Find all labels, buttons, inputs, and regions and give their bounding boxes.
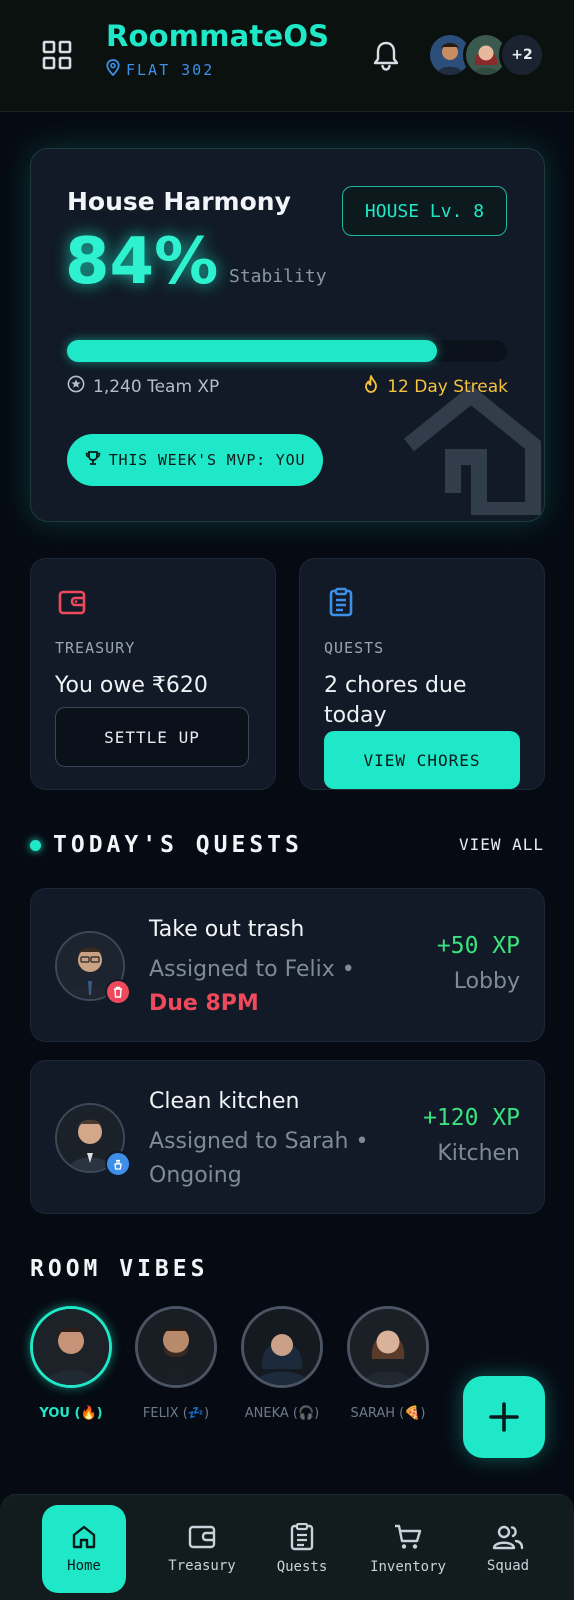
app-title: RoommateOS xyxy=(106,19,330,53)
vibe-label: SARAH (🍕) xyxy=(350,1406,426,1421)
home-icon xyxy=(72,1525,96,1549)
nav-label: Inventory xyxy=(370,1559,446,1575)
quest-card[interactable]: Clean kitchen Assigned to Sarah • Ongoin… xyxy=(30,1060,545,1214)
bell-icon[interactable] xyxy=(372,40,400,72)
nav-quests[interactable]: Quests xyxy=(260,1505,344,1593)
team-xp-text: 1,240 Team XP xyxy=(93,376,220,397)
room-vibes-heading: ROOM VIBES xyxy=(30,1256,209,1282)
plus-icon xyxy=(489,1402,519,1432)
quest-room: Lobby xyxy=(453,969,520,994)
nav-squad[interactable]: Squad xyxy=(468,1505,548,1593)
settle-up-button[interactable]: SETTLE UP xyxy=(55,707,249,767)
clipboard-icon xyxy=(290,1523,314,1551)
section-title: TODAY'S QUESTS xyxy=(53,832,303,858)
house-level-badge: HOUSE Lv. 8 xyxy=(342,186,507,236)
vibe-aneka[interactable]: ANEKA (🎧) xyxy=(240,1306,324,1421)
trophy-icon xyxy=(85,450,101,470)
avatar xyxy=(241,1306,323,1388)
nav-label: Treasury xyxy=(168,1558,236,1574)
more-roommates-badge: +2 xyxy=(499,32,545,78)
flat-label: FLAT 302 xyxy=(126,60,215,79)
wallet-icon xyxy=(57,587,87,617)
quest-assignee: Assigned to Felix • xyxy=(149,957,355,982)
avatar xyxy=(30,1306,112,1388)
stability-label: Stability xyxy=(229,266,327,287)
quest-title: Clean kitchen xyxy=(149,1089,300,1114)
add-button[interactable] xyxy=(463,1376,545,1458)
quest-xp-reward: +120 XP xyxy=(423,1105,520,1131)
quest-room: Kitchen xyxy=(437,1141,520,1166)
vibe-sarah[interactable]: SARAH (🍕) xyxy=(346,1306,430,1421)
trash-icon xyxy=(105,979,131,1005)
quest-card[interactable]: Take out trash Assigned to Felix • Due 8… xyxy=(30,888,545,1042)
star-icon xyxy=(67,375,85,398)
quest-assignee: Assigned to Sarah • xyxy=(149,1129,369,1154)
weekly-mvp-badge[interactable]: THIS WEEK'S MVP: YOU xyxy=(67,434,323,486)
wallet-icon xyxy=(188,1525,216,1549)
nav-treasury[interactable]: Treasury xyxy=(160,1505,244,1593)
avatar xyxy=(347,1306,429,1388)
vibe-you[interactable]: YOU (🔥) xyxy=(29,1306,113,1421)
view-all-link[interactable]: VIEW ALL xyxy=(459,835,544,854)
nav-label: Squad xyxy=(486,1558,530,1574)
nav-home[interactable]: Home xyxy=(42,1505,126,1593)
streak-text: 12 Day Streak xyxy=(387,376,508,397)
quest-title: Take out trash xyxy=(149,917,305,942)
team-xp: 1,240 Team XP xyxy=(67,375,219,398)
view-chores-button[interactable]: VIEW CHORES xyxy=(324,731,520,789)
grid-menu-icon[interactable] xyxy=(42,40,72,70)
quests-label: QUESTS xyxy=(324,639,385,657)
vibe-felix[interactable]: FELIX (💤) xyxy=(134,1306,218,1421)
harmony-progress-fill xyxy=(67,340,437,362)
stability-percent: 84% xyxy=(65,225,219,299)
roommate-avatars[interactable]: +2 xyxy=(427,32,545,78)
brand: RoommateOS FLAT 302 xyxy=(106,19,329,80)
quest-status: Ongoing xyxy=(149,1163,242,1188)
bottom-nav: Home Treasury Quests Inventory Squad xyxy=(0,1494,574,1600)
todays-quests-heading: TODAY'S QUESTS xyxy=(30,832,303,858)
app-header: RoommateOS FLAT 302 +2 xyxy=(0,0,574,112)
location-pin-icon xyxy=(106,59,120,80)
treasury-balance: You owe ₹620 xyxy=(55,673,208,698)
quest-xp-reward: +50 XP xyxy=(436,933,520,959)
harmony-progress-bar xyxy=(67,340,507,362)
quest-due-time: Due 8PM xyxy=(149,991,259,1016)
nav-label: Quests xyxy=(276,1559,328,1575)
avatar xyxy=(135,1306,217,1388)
mvp-text: THIS WEEK'S MVP: YOU xyxy=(108,451,306,469)
quest-assignment: Assigned to Sarah • Ongoing xyxy=(149,1125,379,1193)
live-dot-icon xyxy=(30,839,41,851)
house-harmony-card: House Harmony HOUSE Lv. 8 84% Stability … xyxy=(30,148,545,522)
quest-assignment: Assigned to Felix • Due 8PM xyxy=(149,953,379,1021)
people-icon xyxy=(492,1525,524,1550)
treasury-card[interactable]: TREASURY You owe ₹620 SETTLE UP xyxy=(30,558,276,790)
more-count: +2 xyxy=(511,47,533,63)
harmony-title: House Harmony xyxy=(67,187,291,216)
house-watermark-icon xyxy=(403,385,541,515)
quests-card[interactable]: QUESTS 2 chores due today VIEW CHORES xyxy=(299,558,545,790)
nav-label: Home xyxy=(67,1558,101,1574)
day-streak: 12 Day Streak xyxy=(363,375,508,398)
cleaning-icon xyxy=(105,1151,131,1177)
chores-due: 2 chores due today xyxy=(324,673,467,728)
flat-location[interactable]: FLAT 302 xyxy=(106,59,329,80)
flame-icon xyxy=(363,375,379,398)
treasury-label: TREASURY xyxy=(55,639,136,657)
nav-inventory[interactable]: Inventory xyxy=(360,1505,456,1593)
clipboard-icon xyxy=(326,587,356,617)
cart-icon xyxy=(395,1524,422,1549)
